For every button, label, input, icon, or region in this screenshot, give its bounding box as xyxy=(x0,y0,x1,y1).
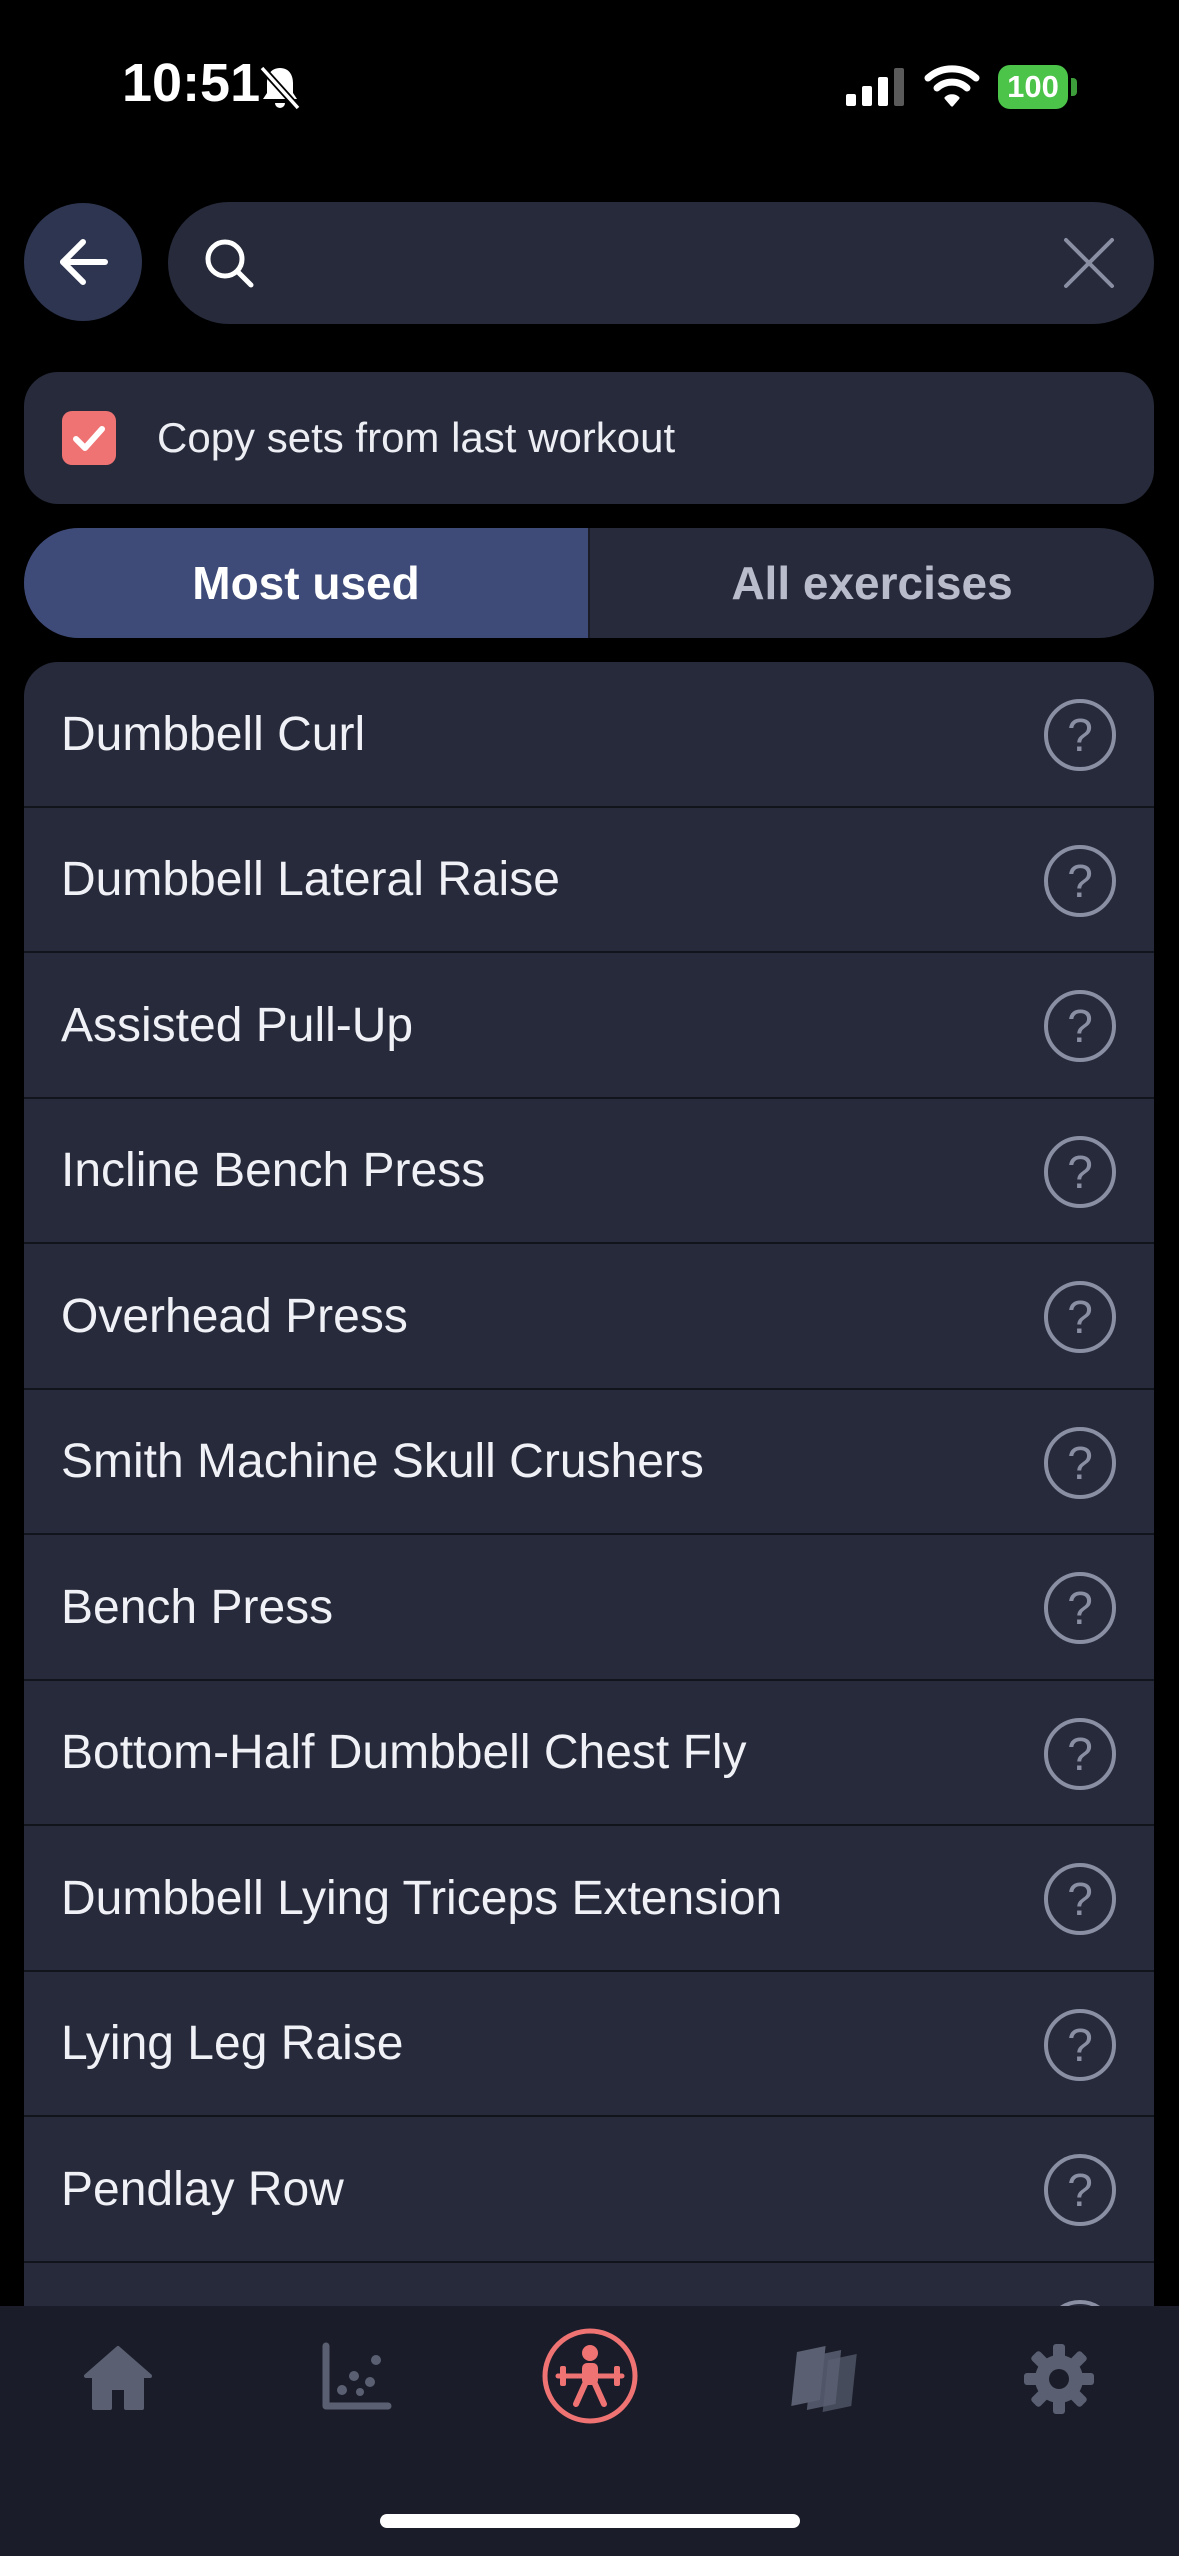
exercise-filter-tabs: Most used All exercises xyxy=(24,528,1154,638)
home-indicator[interactable] xyxy=(380,2514,800,2528)
help-icon[interactable]: ? xyxy=(1044,990,1116,1062)
home-icon[interactable] xyxy=(82,2344,154,2412)
status-bar: 10:51 100 xyxy=(0,0,1179,150)
scatter-chart-icon[interactable] xyxy=(320,2342,392,2412)
list-item[interactable]: Incline Bench Press ? xyxy=(24,1099,1154,1244)
help-icon[interactable]: ? xyxy=(1044,2154,1116,2226)
help-icon[interactable]: ? xyxy=(1044,1426,1116,1499)
exercise-name: Pendlay Row xyxy=(61,2162,344,2216)
help-icon[interactable]: ? xyxy=(1044,699,1116,771)
list-item[interactable]: Bottom-Half Dumbbell Chest Fly ? xyxy=(24,1681,1154,1826)
battery-level: 100 xyxy=(1007,69,1059,104)
list-item[interactable]: Dumbbell Curl ? xyxy=(24,662,1154,808)
exercise-name: Overhead Press xyxy=(61,1289,408,1343)
bell-muted-icon xyxy=(259,65,301,111)
list-item[interactable]: Smith Machine Skull Crushers ? xyxy=(24,1390,1154,1535)
copy-sets-checkbox[interactable] xyxy=(62,411,116,465)
wifi-icon xyxy=(924,65,980,107)
exercise-name: Incline Bench Press xyxy=(61,1144,486,1197)
battery-icon: 100 xyxy=(998,65,1068,109)
list-item[interactable]: Pendlay Row ? xyxy=(24,2117,1154,2263)
help-icon[interactable]: ? xyxy=(1044,1572,1116,1644)
exercise-name: Dumbbell Curl xyxy=(61,707,366,761)
exercise-name: Lying Leg Raise xyxy=(61,2017,404,2070)
help-icon[interactable]: ? xyxy=(1044,1717,1116,1790)
search-icon xyxy=(205,239,254,288)
exercise-name: Smith Machine Skull Crushers xyxy=(61,1435,704,1488)
back-button[interactable] xyxy=(24,203,142,321)
list-item[interactable]: Dumbbell Lying Triceps Extension ? xyxy=(24,1826,1154,1972)
cellular-signal-icon xyxy=(846,68,904,106)
list-item[interactable]: Dumbbell Lateral Raise ? xyxy=(24,808,1154,953)
help-icon[interactable]: ? xyxy=(1044,1281,1116,1353)
tab-all-exercises[interactable]: All exercises xyxy=(590,528,1154,638)
exercise-list: Dumbbell Curl ? Dumbbell Lateral Raise ?… xyxy=(24,662,1154,2306)
back-arrow-icon xyxy=(60,239,108,285)
checkmark-icon xyxy=(73,426,105,451)
search-bar xyxy=(168,202,1154,324)
exercise-name: Assisted Pull-Up xyxy=(61,998,414,1052)
list-item[interactable]: Lying Leg Raise ? xyxy=(24,1972,1154,2117)
exercise-name: Bottom-Half Dumbbell Chest Fly xyxy=(61,1726,747,1779)
battery-tip xyxy=(1071,78,1077,96)
exercise-name: Bench Press xyxy=(61,1580,334,1634)
status-time: 10:51 xyxy=(122,53,261,113)
help-icon[interactable]: ? xyxy=(1044,1135,1116,1208)
list-item[interactable]: Bench Press ? xyxy=(24,1535,1154,1681)
list-item-partial[interactable]: ? xyxy=(24,2263,1154,2306)
gear-icon[interactable] xyxy=(1022,2342,1096,2416)
help-icon[interactable]: ? xyxy=(1044,2008,1116,2081)
copy-sets-label: Copy sets from last workout xyxy=(157,414,676,461)
clear-icon[interactable] xyxy=(1058,232,1120,294)
library-icon[interactable] xyxy=(786,2342,862,2414)
help-icon[interactable]: ? xyxy=(1044,844,1116,917)
list-item[interactable]: Assisted Pull-Up ? xyxy=(24,953,1154,1099)
workout-icon[interactable] xyxy=(540,2326,640,2426)
tab-most-used[interactable]: Most used xyxy=(24,528,588,638)
exercise-name: Dumbbell Lying Triceps Extension xyxy=(61,1871,783,1925)
help-icon[interactable]: ? xyxy=(1044,1863,1116,1935)
list-item[interactable]: Overhead Press ? xyxy=(24,1244,1154,1390)
exercise-name: Dumbbell Lateral Raise xyxy=(61,853,560,906)
exercise-picker-screen: 10:51 100 Copy sets from last workout Mo… xyxy=(0,0,1179,2556)
search-input[interactable] xyxy=(278,222,1078,304)
copy-sets-toggle[interactable]: Copy sets from last workout xyxy=(24,372,1154,504)
